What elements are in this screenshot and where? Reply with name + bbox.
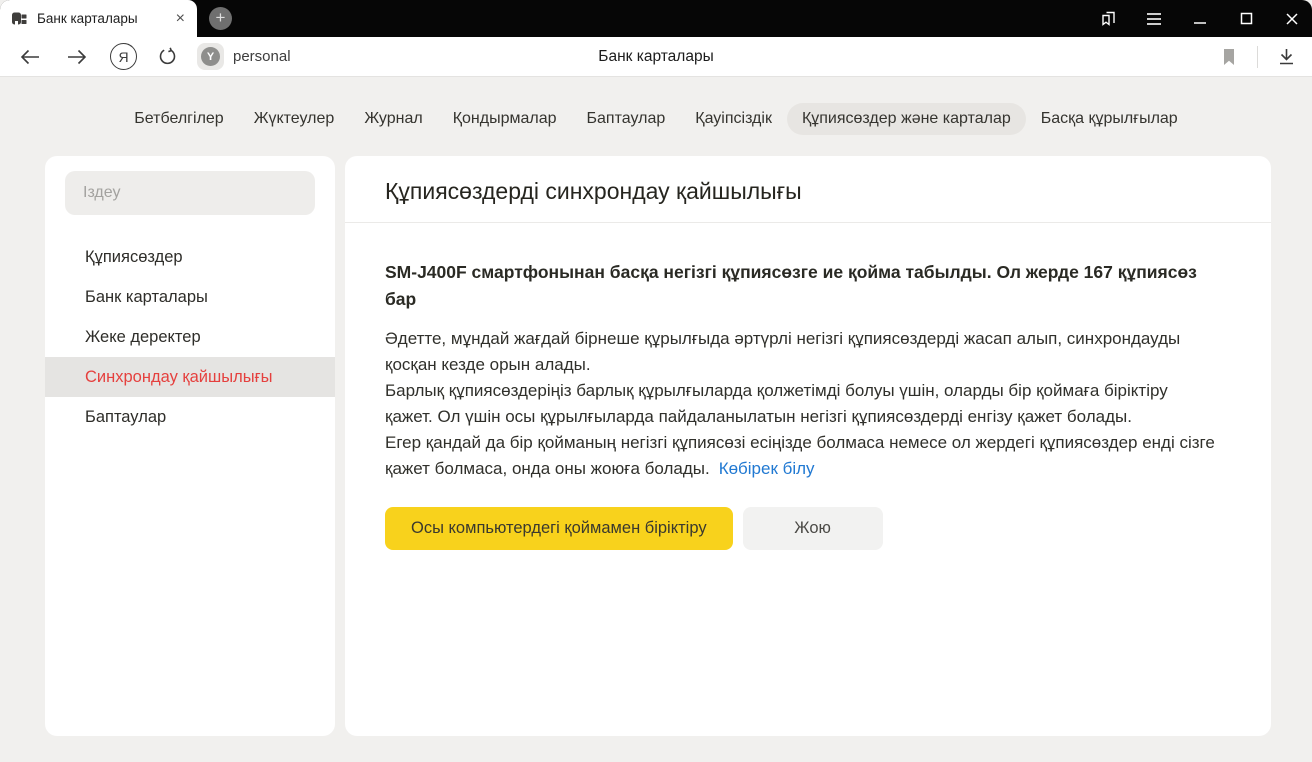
panels-icon[interactable] <box>1098 9 1118 29</box>
tab-passwords-and-cards[interactable]: Құпиясөздер және карталар <box>787 103 1026 135</box>
profile-name: personal <box>233 48 291 65</box>
download-icon[interactable] <box>1272 43 1300 71</box>
description-paragraph-1: Әдетте, мұндай жағдай бірнеше құрылғыда … <box>385 326 1217 378</box>
tab-other-devices[interactable]: Басқа құрылғылар <box>1026 103 1193 135</box>
content-panel: Құпиясөздерді синхрондау қайшылығы SM-J4… <box>345 156 1271 736</box>
merge-button[interactable]: Осы компьютердегі қоймамен біріктіру <box>385 507 733 550</box>
tab-close-icon[interactable]: × <box>174 11 187 27</box>
description-paragraph-2: Барлық құпиясөздеріңіз барлық құрылғылар… <box>385 378 1217 430</box>
delete-button[interactable]: Жою <box>743 507 883 550</box>
key-favicon-icon <box>11 10 28 27</box>
tab-extensions[interactable]: Қондырмалар <box>438 103 572 135</box>
profile-chip[interactable]: Y personal <box>197 43 291 70</box>
learn-more-link[interactable]: Көбірек білу <box>719 459 815 478</box>
tab-bookmarks[interactable]: Бетбелгілер <box>119 103 238 135</box>
sidebar-item-personal-data[interactable]: Жеке деректер <box>45 317 335 357</box>
active-tab[interactable]: Банк карталары × <box>0 0 197 37</box>
bookmark-icon[interactable] <box>1215 43 1243 71</box>
minimize-icon[interactable] <box>1190 9 1210 29</box>
action-buttons: Осы компьютердегі қоймамен біріктіру Жою <box>385 507 1231 550</box>
sidebar-item-sync-conflict[interactable]: Синхрондау қайшылығы <box>45 357 335 397</box>
sidebar-list: Құпиясөздер Банк карталары Жеке деректер… <box>45 237 335 437</box>
browser-toolbar: Я Y personal Банк карталары <box>0 37 1312 77</box>
sidebar-item-passwords[interactable]: Құпиясөздер <box>45 237 335 277</box>
settings-page: Бетбелгілер Жүктеулер Журнал Қондырмалар… <box>0 77 1312 762</box>
toolbar-divider <box>1257 46 1258 68</box>
description-paragraph-3: Егер қандай да бір қойманың негізгі құпи… <box>385 430 1217 482</box>
conflict-description: Әдетте, мұндай жағдай бірнеше құрылғыда … <box>385 326 1217 482</box>
tab-history[interactable]: Журнал <box>349 103 437 135</box>
sidebar: Құпиясөздер Банк карталары Жеке деректер… <box>45 156 335 736</box>
toolbar-right <box>1215 43 1300 71</box>
settings-nav-tabs: Бетбелгілер Жүктеулер Журнал Қондырмалар… <box>0 77 1312 135</box>
sidebar-item-bank-cards[interactable]: Банк карталары <box>45 277 335 317</box>
close-icon[interactable] <box>1282 9 1302 29</box>
yandex-logo-icon[interactable]: Я <box>110 43 137 70</box>
maximize-icon[interactable] <box>1236 9 1256 29</box>
conflict-summary: SM-J400F смартфонынан басқа негізгі құпи… <box>385 259 1207 313</box>
settings-panels: Құпиясөздер Банк карталары Жеке деректер… <box>45 156 1271 736</box>
refresh-icon[interactable] <box>153 43 181 71</box>
window-controls <box>1098 0 1302 37</box>
heading-divider <box>345 222 1271 223</box>
tab-downloads[interactable]: Жүктеулер <box>239 103 350 135</box>
tab-title: Банк карталары <box>37 11 165 26</box>
back-icon[interactable] <box>16 43 44 71</box>
search-input[interactable] <box>65 184 315 202</box>
sidebar-item-settings[interactable]: Баптаулар <box>45 397 335 437</box>
forward-icon[interactable] <box>62 43 90 71</box>
tab-security[interactable]: Қауіпсіздік <box>680 103 787 135</box>
browser-window: Банк карталары × + <box>0 0 1312 762</box>
tab-bar: Банк карталары × + <box>0 0 1312 37</box>
address-bar-title[interactable]: Банк карталары <box>598 48 713 66</box>
tab-settings[interactable]: Баптаулар <box>572 103 681 135</box>
sidebar-search <box>65 171 315 215</box>
menu-icon[interactable] <box>1144 9 1164 29</box>
profile-avatar: Y <box>197 43 224 70</box>
new-tab-button[interactable]: + <box>209 7 232 30</box>
page-title: Құпиясөздерді синхрондау қайшылығы <box>385 178 1231 205</box>
